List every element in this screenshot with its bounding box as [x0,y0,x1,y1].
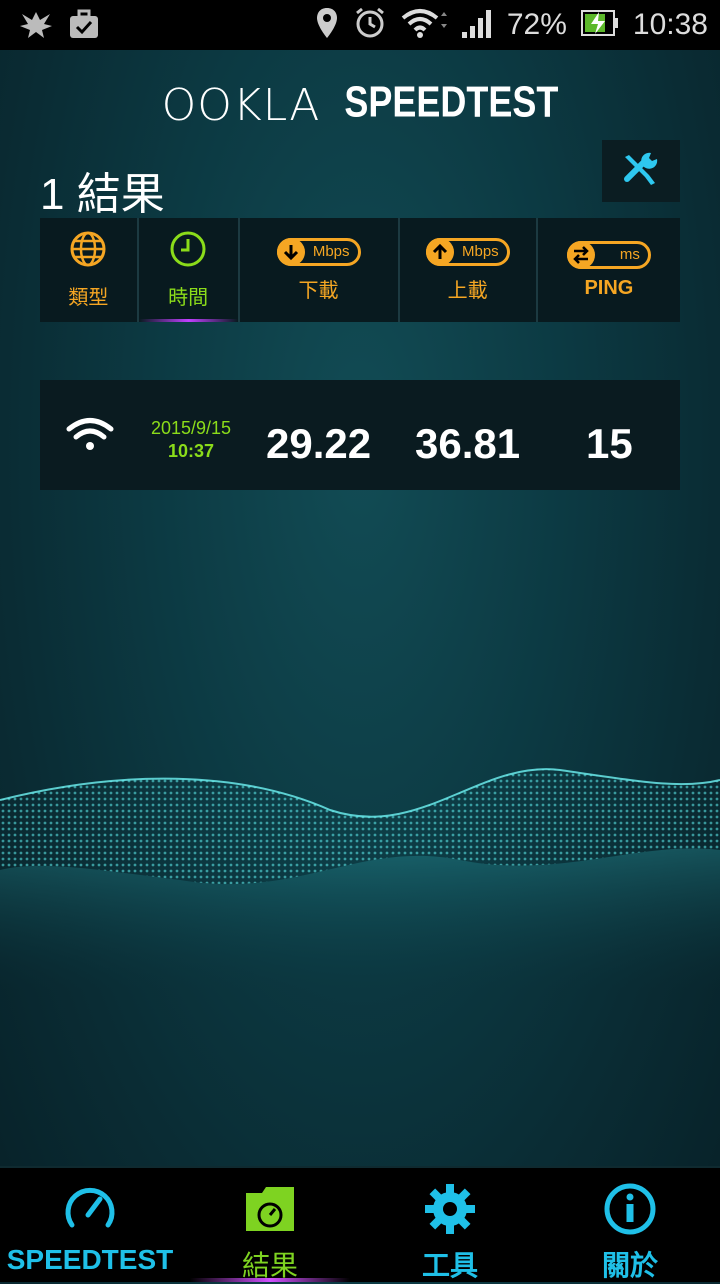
nav-speedtest-label: SPEEDTEST [6,1244,174,1275]
column-time[interactable]: 時間 [138,218,240,322]
wifi-icon [66,416,114,457]
column-download-label: 下載 [298,279,339,302]
alarm-icon [353,6,387,45]
brand-speedtest: SPEEDTEST [344,76,559,126]
clock: 10:38 [632,8,708,41]
column-upload-label: 上載 [447,279,488,302]
upload-unit: Mbps [461,242,499,260]
wifi-status-icon [401,6,447,45]
column-ping[interactable]: ms PING [538,218,680,322]
wrench-screwdriver-icon [621,149,661,194]
column-upload[interactable]: Mbps 上載 [400,218,538,322]
gear-icon [423,1182,477,1241]
column-ping-label: PING [584,276,634,299]
result-time: 10:37 [167,441,215,461]
speedometer-icon [62,1181,118,1242]
tools-button[interactable] [602,140,680,202]
bottom-nav: SPEEDTEST 結果 工具 關於 [0,1166,720,1282]
result-datetime: 2015/9/15 10:37 [132,418,250,462]
clock-icon [169,230,207,273]
arrow-down-icon [276,237,305,266]
battery-percent: 72% [506,8,567,41]
result-download: 29.22 [266,420,372,467]
arrow-up-icon [425,237,454,266]
nav-speedtest[interactable]: SPEEDTEST [0,1168,180,1282]
download-unit-badge: Mbps [276,237,361,266]
ping-unit: ms [619,245,640,263]
location-icon [315,6,339,45]
brand-ookla: OOKLA [161,80,321,131]
column-download[interactable]: Mbps 下載 [240,218,400,322]
download-unit: Mbps [312,242,350,260]
status-bar: 72% 10:38 [0,0,720,50]
column-time-label: 時間 [168,287,209,309]
info-icon [603,1182,657,1241]
briefcase-check-icon [68,8,100,47]
signal-icon [461,8,493,43]
app-logo: OOKLA SPEEDTEST [0,76,720,131]
nav-results[interactable]: 結果 [180,1168,360,1282]
results-folder-icon [242,1183,298,1240]
upload-unit-badge: Mbps [425,237,510,266]
swap-arrows-icon [566,240,595,269]
result-ping: 15 [586,420,633,467]
nav-tools-label: 工具 [421,1250,478,1281]
result-upload: 36.81 [415,420,521,467]
column-type[interactable]: 類型 [40,218,139,322]
battery-charging-icon [580,9,619,42]
nav-results-label: 結果 [241,1250,298,1281]
globe-icon [69,230,107,273]
ping-unit-badge: ms [566,240,651,269]
nav-tools[interactable]: 工具 [360,1168,540,1282]
background-wave [0,768,720,990]
page-title: 1 結果 [40,170,165,219]
nav-about[interactable]: 關於 [540,1168,720,1282]
column-type-label: 類型 [68,287,109,309]
result-date: 2015/9/15 [150,418,232,438]
results-column-header: 類型 時間 Mbps 下載 Mbps 上載 ms PING [40,218,680,322]
nav-about-label: 關於 [601,1250,658,1281]
table-row[interactable]: 2015/9/15 10:37 29.22 36.81 15 [40,380,680,490]
app-notification-icon [18,8,54,47]
